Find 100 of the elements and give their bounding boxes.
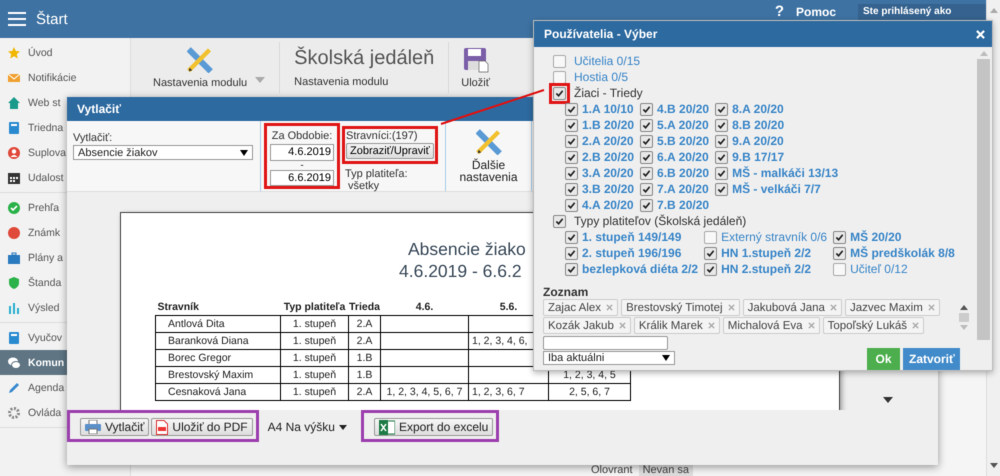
sidebar-item[interactable]: Vyučov: [0, 325, 130, 350]
help-link[interactable]: Pomoc: [796, 5, 836, 19]
search-field[interactable]: [543, 336, 668, 350]
sidebar-item[interactable]: Štanda: [0, 270, 130, 295]
option-link[interactable]: 1. stupeň 149/149: [582, 230, 682, 244]
option-link[interactable]: 9.A 20/20: [732, 134, 784, 148]
checkbox[interactable]: [833, 246, 846, 260]
option-link[interactable]: 3.B 20/20: [582, 182, 634, 196]
meal-select[interactable]: Nevan sa: [638, 464, 694, 476]
help-symbol[interactable]: ?: [774, 3, 784, 20]
checkbox[interactable]: [553, 86, 566, 100]
save-pdf-button[interactable]: Uložiť do PDF: [151, 418, 253, 436]
close-icon[interactable]: [976, 30, 985, 38]
option-link[interactable]: Učiteľ 0/12: [850, 262, 908, 276]
checkbox[interactable]: [715, 150, 728, 164]
option-link[interactable]: MŠ 20/20: [850, 230, 902, 244]
checkbox[interactable]: [565, 246, 578, 260]
checkbox[interactable]: [565, 198, 578, 212]
option-link[interactable]: 8.B 20/20: [732, 118, 784, 132]
export-excel-button[interactable]: Export do excelu: [374, 418, 494, 436]
sidebar-item[interactable]: Plány a: [0, 245, 130, 270]
user-tag[interactable]: Michalová Eva: [722, 317, 820, 334]
option-link[interactable]: 6.A 20/20: [657, 150, 709, 164]
option-link[interactable]: 1.B 20/20: [582, 118, 634, 132]
checkbox[interactable]: [704, 262, 718, 276]
checkbox[interactable]: [833, 230, 846, 244]
option-link[interactable]: HN 2.stupeň 2/2: [721, 262, 812, 276]
checkbox[interactable]: [704, 246, 718, 260]
checkbox[interactable]: [715, 118, 728, 132]
date-to-field[interactable]: 6.6.2019: [270, 170, 334, 186]
checkbox[interactable]: [565, 102, 578, 116]
option-link[interactable]: bezlepková diéta 2/2: [582, 262, 698, 276]
save-button[interactable]: Uložiť: [455, 38, 496, 97]
checkbox[interactable]: [565, 182, 578, 196]
sidebar-item[interactable]: Udalost: [0, 165, 130, 190]
close-button[interactable]: Zatvoriť: [903, 348, 960, 370]
checkbox[interactable]: [640, 182, 654, 196]
checkbox[interactable]: [565, 166, 578, 180]
option-link[interactable]: 2. stupeň 196/196: [582, 246, 682, 260]
show-edit-button[interactable]: Zobraziť/Upraviť: [346, 143, 434, 159]
option-link[interactable]: MŠ - malkáči 13/13: [732, 166, 838, 180]
checkbox[interactable]: [640, 198, 654, 212]
checkbox[interactable]: [565, 262, 578, 276]
sidebar-item[interactable]: Agenda: [0, 375, 130, 400]
option-link[interactable]: HN 1.stupeň 2/2: [721, 246, 812, 260]
group-link[interactable]: Učitelia 0/15: [574, 54, 640, 68]
option-link[interactable]: 2.B 20/20: [582, 150, 634, 164]
user-tag[interactable]: Jazvec Maxim: [844, 299, 940, 316]
sidebar-item[interactable]: Známk: [0, 220, 130, 245]
page-format-dropdown[interactable]: A4 Na výšku: [268, 418, 347, 436]
module-settings-button[interactable]: Nastavenia modulu: [147, 38, 254, 97]
checkbox[interactable]: [553, 54, 566, 68]
checkbox[interactable]: [565, 230, 578, 244]
checkbox[interactable]: [565, 134, 578, 148]
option-link[interactable]: 9.B 17/17: [732, 150, 784, 164]
user-tag[interactable]: Kozák Jakub: [543, 317, 631, 334]
checkbox[interactable]: [715, 166, 728, 180]
sidebar-item[interactable]: Prehľa: [0, 195, 130, 220]
option-link[interactable]: 8.A 20/20: [732, 102, 784, 116]
report-select[interactable]: Absencie žiakov: [73, 145, 253, 160]
checkbox[interactable]: [833, 262, 846, 276]
sidebar-item[interactable]: Notifikácie: [0, 65, 130, 90]
menu-icon[interactable]: [8, 12, 26, 26]
checkbox[interactable]: [640, 166, 654, 180]
checkbox[interactable]: [565, 118, 578, 132]
option-link[interactable]: MŠ predškolák 8/8: [850, 246, 955, 260]
option-link[interactable]: 1.A 10/10: [582, 102, 634, 116]
user-tag[interactable]: Brestovský Timotej: [621, 299, 740, 316]
user-panel[interactable]: Ste prihlásený ako: [858, 4, 986, 20]
checkbox[interactable]: [640, 102, 654, 116]
checkbox[interactable]: [715, 102, 728, 116]
option-link[interactable]: MŠ - velkáči 7/7: [732, 182, 821, 196]
more-settings-button[interactable]: Ďalšie nastavenia: [446, 121, 532, 191]
scroll-down-icon[interactable]: [883, 397, 893, 403]
checkbox[interactable]: [715, 182, 728, 196]
option-link[interactable]: 7.A 20/20: [657, 182, 709, 196]
user-tag[interactable]: Zajac Alex: [543, 299, 618, 316]
checkbox[interactable]: [553, 70, 566, 84]
user-tag[interactable]: Jakubová Jana: [742, 299, 842, 316]
option-link[interactable]: 7.B 20/20: [657, 198, 710, 212]
sidebar-item[interactable]: Úvod: [0, 40, 130, 65]
filter-select[interactable]: Iba aktuálni: [543, 351, 675, 365]
print-button[interactable]: Vytlačiť: [80, 418, 150, 436]
checkbox[interactable]: [553, 214, 566, 228]
option-link[interactable]: 4.A 20/20: [582, 198, 634, 212]
option-link[interactable]: 5.A 20/20: [657, 118, 709, 132]
checkbox[interactable]: [640, 118, 654, 132]
group-link[interactable]: Hostia 0/5: [574, 70, 628, 84]
option-link[interactable]: 5.B 20/20: [657, 134, 710, 148]
option-link[interactable]: 4.B 20/20: [657, 102, 710, 116]
option-link[interactable]: 2.A 20/20: [582, 134, 634, 148]
checkbox[interactable]: [640, 134, 654, 148]
checkbox[interactable]: [715, 134, 728, 148]
scroll-up-icon[interactable]: [960, 305, 968, 310]
option-link[interactable]: 3.A 20/20: [582, 166, 634, 180]
user-tag[interactable]: Králik Marek: [634, 317, 720, 334]
date-from-field[interactable]: 4.6.2019: [270, 144, 334, 160]
checkbox[interactable]: [640, 150, 654, 164]
sidebar-item[interactable]: Výsled: [0, 295, 130, 320]
option-link[interactable]: 6.B 20/20: [657, 166, 710, 180]
